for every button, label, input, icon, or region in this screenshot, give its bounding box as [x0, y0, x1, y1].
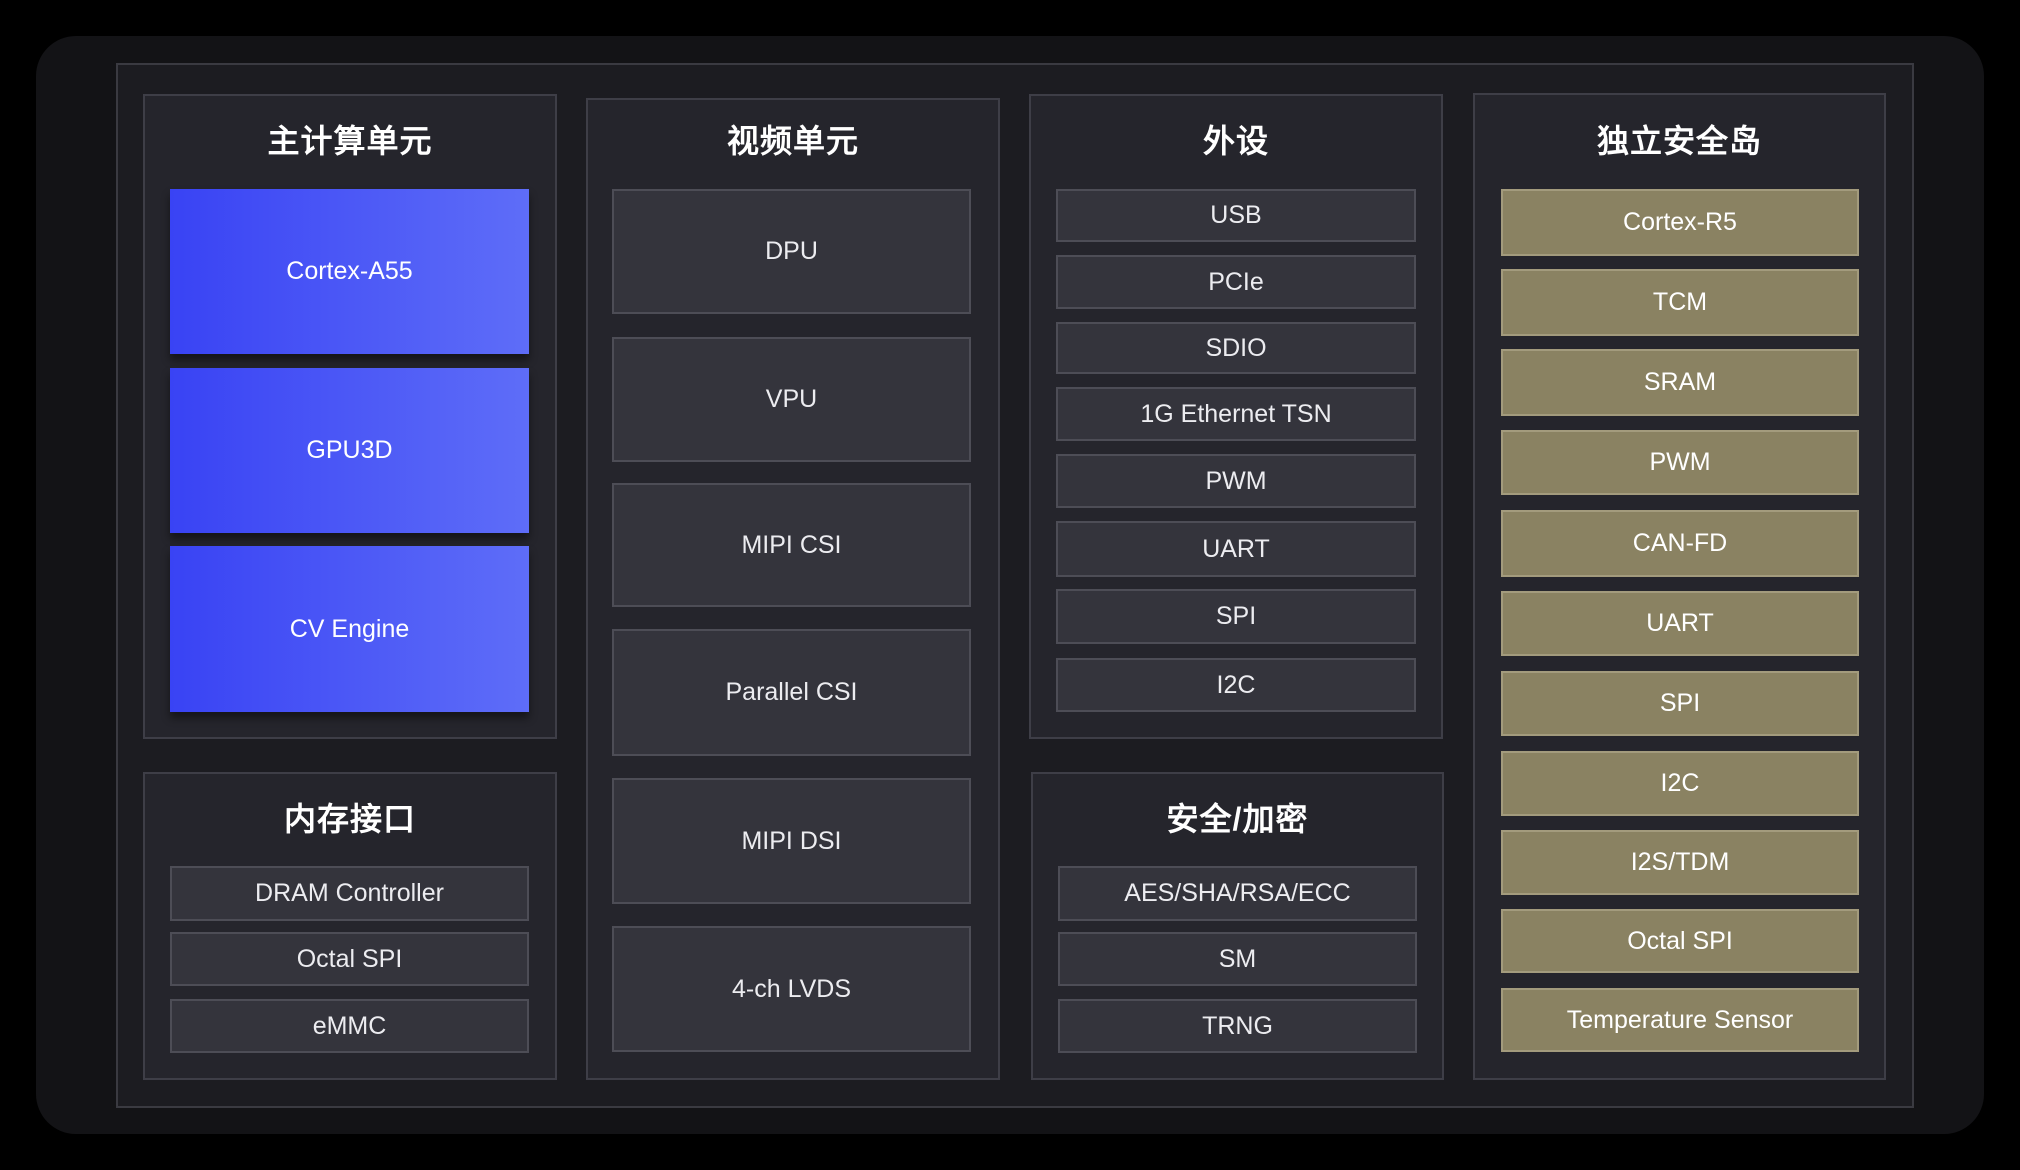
block-vpu: VPU — [612, 337, 971, 462]
block-label: SPI — [1215, 602, 1257, 630]
block-pcie: PCIe — [1056, 255, 1416, 309]
block-trng: TRNG — [1058, 999, 1417, 1053]
security-crypto-group: 安全/加密 AES/SHA/RSA/ECC SM TRNG — [1031, 772, 1444, 1080]
block-label: Cortex-R5 — [1623, 208, 1737, 236]
block-pwm: PWM — [1501, 430, 1859, 495]
memory-interface-group: 内存接口 DRAM Controller Octal SPI eMMC — [143, 772, 557, 1080]
block-label: eMMC — [312, 1011, 387, 1040]
block-label: 1G Ethernet TSN — [1140, 399, 1332, 428]
block-sm: SM — [1058, 932, 1417, 986]
block-label: Octal SPI — [1627, 926, 1733, 955]
block-cv-engine: CV Engine — [170, 546, 529, 712]
block-label: MIPI CSI — [741, 530, 842, 559]
block-dram-controller: DRAM Controller — [170, 866, 529, 921]
block-octal-spi: Octal SPI — [170, 932, 529, 986]
block-label: TRNG — [1202, 1011, 1273, 1040]
block-label: CAN-FD — [1632, 529, 1728, 557]
block-spi: SPI — [1056, 589, 1416, 644]
block-mipi-dsi: MIPI DSI — [612, 778, 971, 904]
group-title: 外设 — [1202, 123, 1269, 159]
block-temperature-sensor: Temperature Sensor — [1501, 988, 1859, 1052]
block-label: MIPI DSI — [741, 826, 842, 855]
block-label: Parallel CSI — [725, 678, 858, 706]
block-label: I2C — [1660, 769, 1700, 797]
group-title: 内存接口 — [283, 801, 416, 837]
block-gpu3d: GPU3D — [170, 368, 529, 533]
block-dpu: DPU — [612, 189, 971, 314]
block-label: SM — [1218, 944, 1257, 973]
group-title: 主计算单元 — [267, 123, 433, 159]
block-usb: USB — [1056, 189, 1416, 242]
block-label: SPI — [1659, 689, 1701, 717]
block-label: GPU3D — [306, 436, 393, 464]
block-spi: SPI — [1501, 671, 1859, 736]
group-title: 视频单元 — [726, 123, 859, 159]
block-label: DRAM Controller — [255, 879, 444, 907]
block-label: USB — [1210, 201, 1262, 229]
block-tcm: TCM — [1501, 269, 1859, 336]
block-label: DPU — [765, 237, 818, 265]
block-uart: UART — [1501, 591, 1859, 656]
block-aes-sha-rsa-ecc: AES/SHA/RSA/ECC — [1058, 866, 1417, 921]
block-mipi-csi: MIPI CSI — [612, 483, 971, 607]
block-sram: SRAM — [1501, 349, 1859, 416]
block-label: UART — [1202, 534, 1270, 563]
block-label: Octal SPI — [296, 944, 403, 973]
block-cortex-r5: Cortex-R5 — [1501, 189, 1859, 256]
block-label: AES/SHA/RSA/ECC — [1124, 879, 1351, 907]
block-label: PWM — [1649, 448, 1711, 476]
block-label: 4-ch LVDS — [731, 974, 852, 1003]
block-i2s-tdm: I2S/TDM — [1501, 830, 1859, 895]
block-label: VPU — [765, 385, 818, 413]
block-i2c: I2C — [1501, 751, 1859, 816]
block-parallel-csi: Parallel CSI — [612, 629, 971, 756]
block-label: Cortex-A55 — [286, 257, 413, 285]
block-label: TCM — [1652, 288, 1708, 316]
peripherals-group: 外设 USB PCIe SDIO 1G Ethernet TSN PWM UAR… — [1029, 94, 1443, 739]
block-label: I2C — [1216, 670, 1256, 699]
block-1g-ethernet-tsn: 1G Ethernet TSN — [1056, 387, 1416, 441]
block-label: Temperature Sensor — [1566, 1005, 1794, 1034]
block-cortex-a55: Cortex-A55 — [170, 189, 529, 354]
block-label: UART — [1646, 609, 1714, 637]
block-pwm: PWM — [1056, 454, 1416, 508]
block-label: CV Engine — [289, 614, 410, 643]
block-label: I2S/TDM — [1630, 848, 1730, 876]
block-uart: UART — [1056, 521, 1416, 577]
block-i2c: I2C — [1056, 658, 1416, 712]
group-title: 安全/加密 — [1166, 801, 1309, 837]
block-octal-spi: Octal SPI — [1501, 909, 1859, 973]
block-4ch-lvds: 4-ch LVDS — [612, 926, 971, 1052]
block-sdio: SDIO — [1056, 322, 1416, 374]
block-label: PCIe — [1208, 267, 1264, 296]
group-title: 独立安全岛 — [1596, 123, 1762, 159]
main-compute-unit-group: 主计算单元 Cortex-A55 GPU3D CV Engine — [143, 94, 557, 739]
safety-island-group: 独立安全岛 Cortex-R5 TCM SRAM PWM CAN-FD UART… — [1473, 93, 1886, 1080]
block-label: SRAM — [1643, 368, 1717, 396]
video-unit-group: 视频单元 DPU VPU MIPI CSI Parallel CSI MIPI … — [586, 98, 1000, 1080]
block-label: PWM — [1205, 466, 1267, 495]
block-label: SDIO — [1205, 333, 1267, 362]
block-emmc: eMMC — [170, 999, 529, 1053]
block-can-fd: CAN-FD — [1501, 510, 1859, 577]
